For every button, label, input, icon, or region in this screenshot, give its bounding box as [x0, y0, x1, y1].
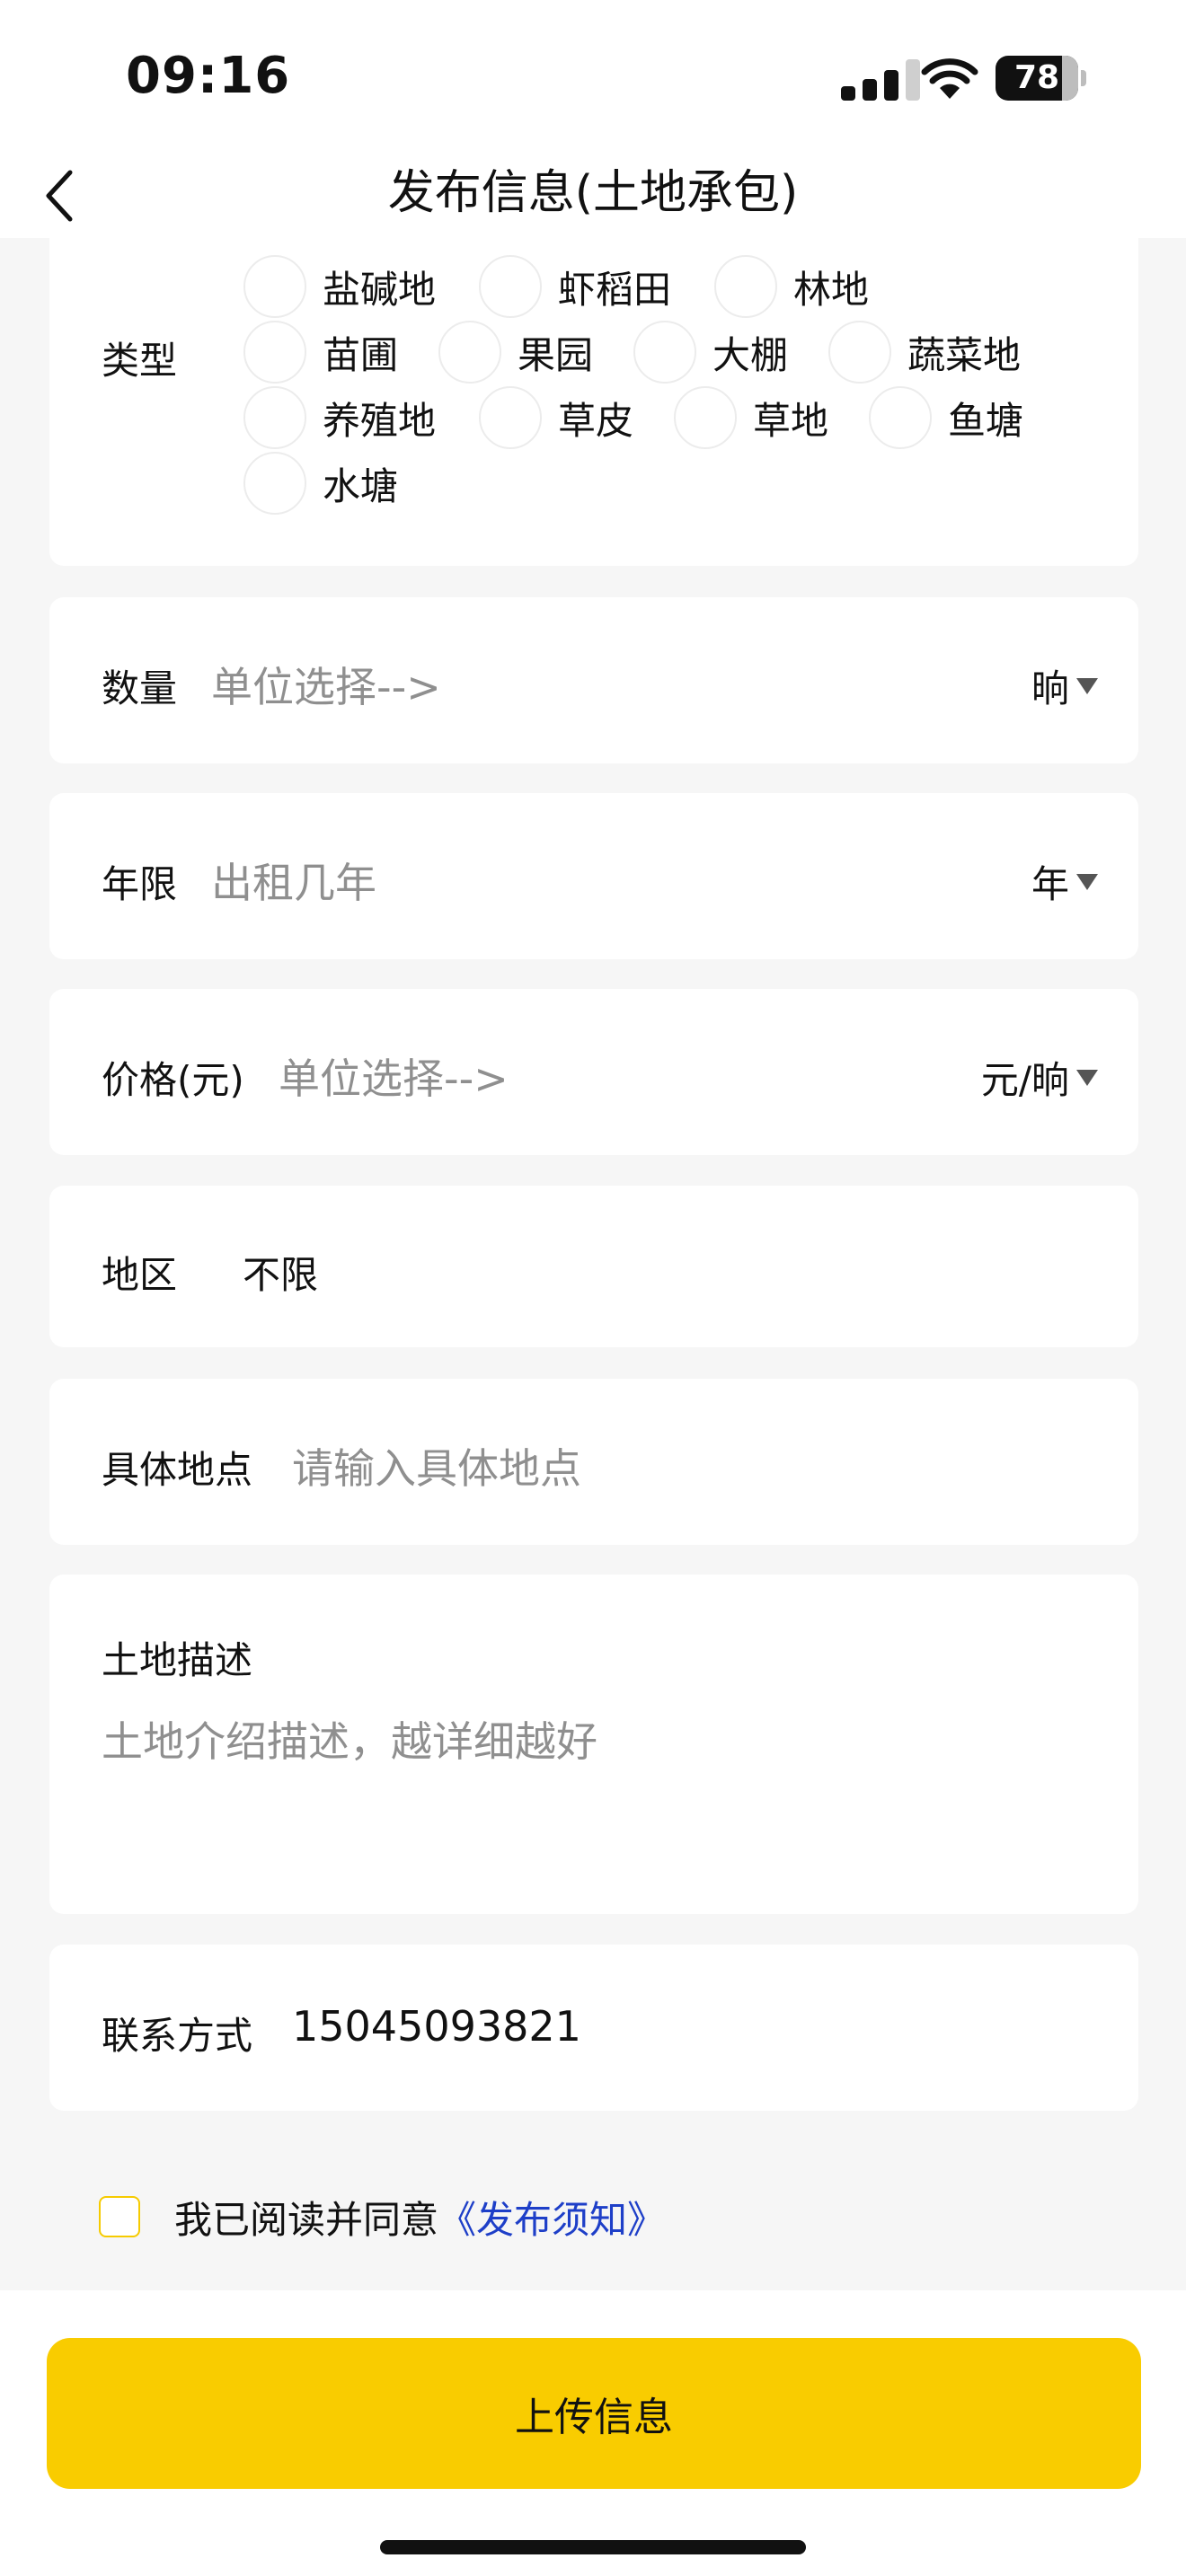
radio-label: 虾稻田 — [558, 267, 672, 312]
radio-option[interactable]: 草地 — [674, 385, 828, 450]
radio-circle[interactable] — [714, 255, 777, 318]
agreement-link[interactable]: 《发布须知》 — [438, 2190, 665, 2245]
description-textarea[interactable]: 土地介绍描述，越详细越好 — [102, 1709, 597, 1769]
years-input[interactable]: 出租几年 — [211, 851, 376, 910]
radio-circle[interactable] — [243, 452, 306, 515]
region-row[interactable]: 地区 不限 — [49, 1186, 1138, 1347]
years-unit-select[interactable]: 年 — [1031, 854, 1098, 909]
page-title: 发布信息(土地承包) — [387, 166, 799, 220]
dropdown-arrow-icon — [1076, 873, 1098, 890]
radio-label: 水塘 — [323, 463, 399, 508]
radio-circle[interactable] — [828, 321, 891, 384]
years-label: 年限 — [102, 862, 178, 906]
battery-tip — [1081, 70, 1086, 86]
battery-level: 78 — [1013, 59, 1060, 96]
location-label: 具体地点 — [102, 1448, 253, 1492]
radio-circle[interactable] — [243, 321, 306, 384]
radio-label: 苗圃 — [323, 332, 399, 377]
radio-circle[interactable] — [869, 386, 932, 449]
wifi-icon — [921, 58, 978, 99]
region-label: 地区 — [102, 1253, 178, 1297]
agreement-row: 我已阅读并同意 《发布须知》 — [99, 2181, 665, 2253]
radio-option[interactable]: 虾稻田 — [479, 254, 671, 319]
radio-option[interactable]: 林地 — [714, 254, 869, 319]
quantity-unit-select[interactable]: 晌 — [1031, 658, 1098, 713]
price-unit-label: 元/晌 — [980, 1058, 1069, 1102]
radio-option[interactable]: 苗圃 — [243, 320, 398, 384]
status-bar: 09:16 78 — [0, 0, 1186, 153]
radio-label: 盐碱地 — [323, 267, 437, 312]
cellular-signal-icon — [841, 59, 931, 101]
radio-label: 大棚 — [712, 332, 789, 377]
location-input[interactable]: 请输入具体地点 — [292, 1436, 581, 1495]
quantity-label: 数量 — [102, 666, 178, 710]
radio-circle[interactable] — [674, 386, 737, 449]
quantity-row: 数量 单位选择--> 晌 — [49, 597, 1138, 763]
price-input[interactable]: 单位选择--> — [279, 1046, 509, 1106]
radio-label: 养殖地 — [323, 398, 437, 443]
radio-label: 草皮 — [558, 398, 634, 443]
radio-option[interactable]: 草皮 — [479, 385, 633, 450]
radio-option[interactable]: 蔬菜地 — [828, 320, 1021, 384]
radio-option[interactable]: 鱼塘 — [869, 385, 1023, 450]
battery-icon: 78 — [996, 56, 1078, 101]
radio-circle[interactable] — [633, 321, 696, 384]
radio-circle[interactable] — [438, 321, 501, 384]
radio-option[interactable]: 大棚 — [633, 320, 788, 384]
radio-circle[interactable] — [479, 386, 542, 449]
price-label: 价格(元) — [102, 1058, 244, 1102]
radio-option[interactable]: 水塘 — [243, 451, 398, 516]
region-value[interactable]: 不限 — [243, 1245, 318, 1300]
contact-label: 联系方式 — [102, 2014, 253, 2058]
radio-option[interactable]: 养殖地 — [243, 385, 436, 450]
contact-row: 联系方式 15045093821 — [49, 1945, 1138, 2111]
radio-label: 林地 — [793, 267, 870, 312]
contact-input[interactable]: 15045093821 — [292, 2002, 581, 2051]
description-label: 土地描述 — [102, 1638, 253, 1682]
price-unit-select[interactable]: 元/晌 — [981, 1050, 1098, 1105]
radio-circle[interactable] — [479, 255, 542, 318]
radio-option[interactable]: 果园 — [438, 320, 593, 384]
type-label: 类型 — [102, 339, 178, 383]
agree-checkbox[interactable] — [99, 2196, 140, 2237]
radio-label: 蔬菜地 — [907, 332, 1022, 377]
quantity-input[interactable]: 单位选择--> — [211, 655, 441, 714]
radio-circle[interactable] — [243, 386, 306, 449]
quantity-unit-label: 晌 — [1031, 666, 1069, 710]
dropdown-arrow-icon — [1076, 1069, 1098, 1086]
years-row: 年限 出租几年 年 — [49, 793, 1138, 959]
radio-label: 草地 — [753, 398, 829, 443]
price-row: 价格(元) 单位选择--> 元/晌 — [49, 989, 1138, 1155]
radio-label: 果园 — [518, 332, 594, 377]
radio-option[interactable]: 盐碱地 — [243, 254, 436, 319]
location-row: 具体地点 请输入具体地点 — [49, 1379, 1138, 1545]
upload-button[interactable]: 上传信息 — [47, 2338, 1141, 2489]
home-indicator — [380, 2540, 806, 2554]
years-unit-label: 年 — [1031, 862, 1069, 906]
agreement-text: 我已阅读并同意 — [174, 2197, 439, 2242]
radio-label: 鱼塘 — [948, 398, 1024, 443]
status-time: 09:16 — [126, 47, 291, 105]
radio-circle[interactable] — [243, 255, 306, 318]
dropdown-arrow-icon — [1076, 677, 1098, 694]
description-card: 土地描述 土地介绍描述，越详细越好 — [49, 1575, 1138, 1914]
nav-bar: 发布信息(土地承包) — [0, 153, 1186, 238]
